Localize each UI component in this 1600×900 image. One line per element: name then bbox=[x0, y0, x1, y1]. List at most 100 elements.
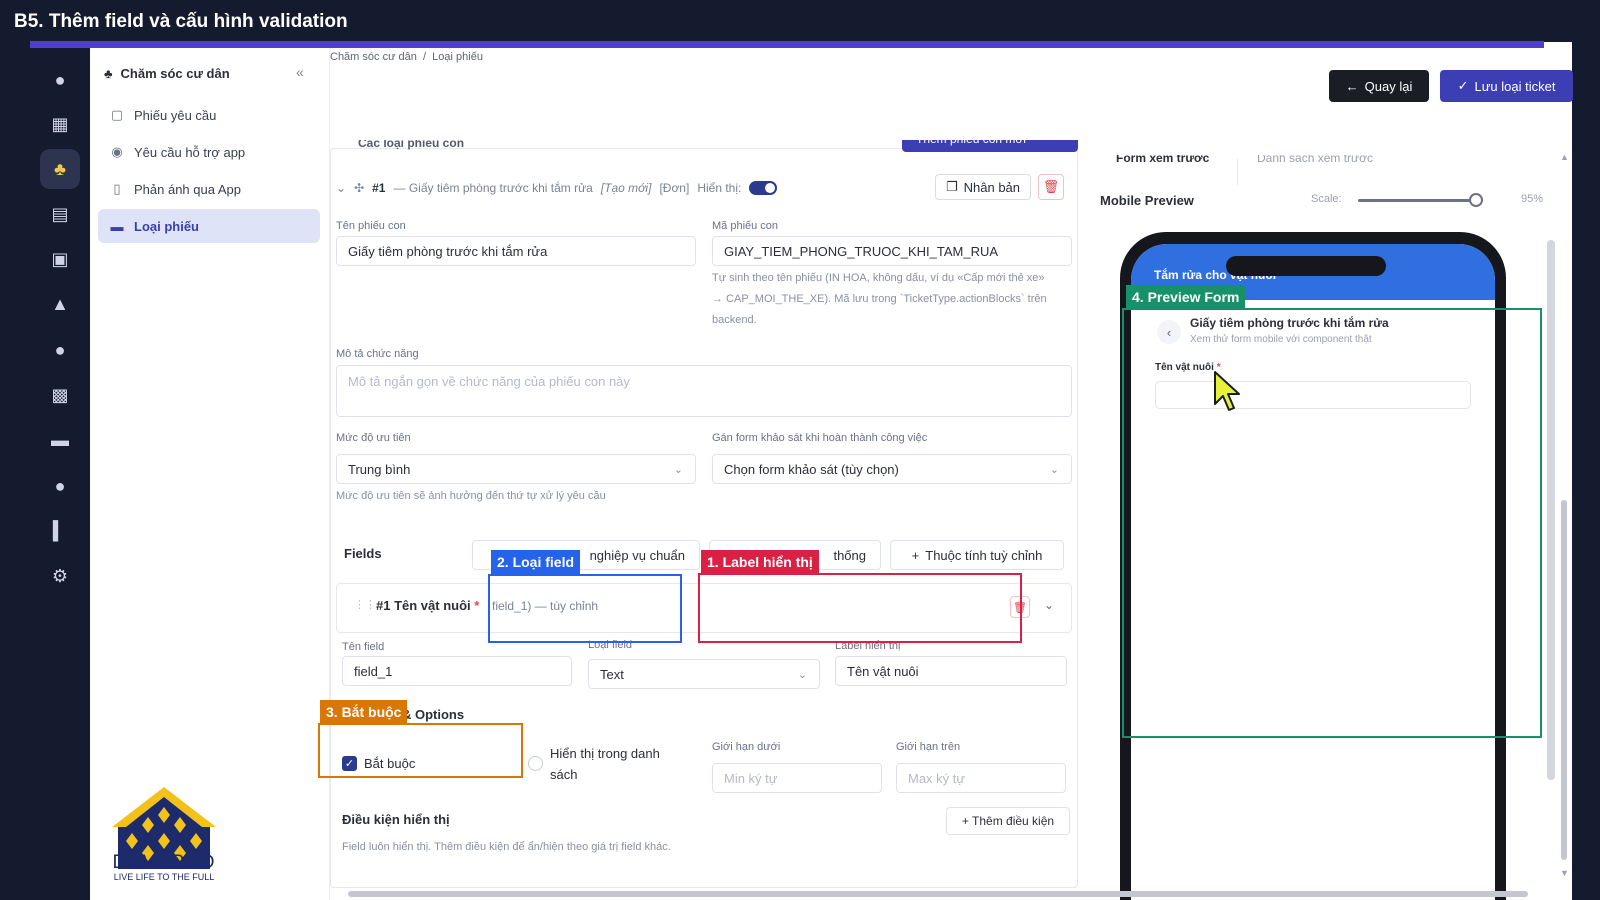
priority-value: Trung bình bbox=[348, 461, 411, 477]
priority-help: Mức độ ưu tiên sẽ ảnh hưởng đến thứ tự x… bbox=[336, 490, 606, 502]
store-icon[interactable]: ▬ bbox=[40, 420, 80, 460]
duplicate-label: Nhân bản bbox=[963, 179, 1021, 195]
breadcrumb-root[interactable]: Chăm sóc cư dân bbox=[330, 51, 417, 63]
visible-toggle[interactable] bbox=[749, 181, 778, 195]
resident-care-icon[interactable]: ♣ bbox=[40, 149, 80, 189]
duplicate-button[interactable]: ❐ Nhân bản bbox=[935, 174, 1031, 200]
resident-care-icon: ♣ bbox=[104, 66, 113, 81]
callout-label-display: 1. Label hiển thị bbox=[701, 550, 819, 574]
horizontal-scrollbar[interactable] bbox=[348, 891, 1528, 897]
min-length-input[interactable]: Min ký tự bbox=[712, 763, 882, 793]
sidebar-item-label: Phản ánh qua App bbox=[134, 181, 241, 197]
sub-ticket-number: #1 bbox=[372, 181, 386, 195]
chevron-down-icon[interactable]: ⌄ bbox=[336, 181, 346, 195]
field-type-select[interactable]: Text ⌄ bbox=[588, 659, 820, 689]
chart-icon[interactable]: ▍ bbox=[40, 511, 80, 551]
user-icon[interactable]: ● bbox=[40, 60, 80, 100]
phone-notch bbox=[1226, 256, 1386, 276]
tab-divider bbox=[1237, 159, 1238, 185]
max-length-input[interactable]: Max ký tự bbox=[896, 763, 1066, 793]
calculator-icon[interactable]: ▤ bbox=[40, 194, 80, 234]
save-ticket-type-button[interactable]: ✓ Lưu loại ticket bbox=[1440, 70, 1573, 102]
chevron-down-icon: ⌄ bbox=[1049, 463, 1059, 476]
callout-preview-form: 4. Preview Form bbox=[1126, 285, 1246, 309]
add-condition-button[interactable]: + Thêm điều kiện bbox=[946, 807, 1070, 835]
custom-attribute-label: Thuộc tính tuỳ chỉnh bbox=[925, 547, 1043, 563]
field-name-input[interactable]: field_1 bbox=[342, 656, 572, 686]
display-label-input[interactable]: Tên vật nuôi bbox=[835, 656, 1067, 686]
breadcrumb: Chăm sóc cư dân / Loại phiếu bbox=[330, 51, 483, 63]
chevron-down-icon[interactable]: ⌄ bbox=[1044, 598, 1054, 612]
users-icon[interactable]: ● bbox=[40, 330, 80, 370]
delete-icon[interactable]: 🗑 bbox=[1038, 174, 1064, 200]
chevron-down-icon: ⌄ bbox=[673, 463, 683, 476]
tab-form-preview[interactable]: Form xem trước bbox=[1116, 155, 1209, 165]
collapse-icon[interactable]: « bbox=[296, 64, 304, 80]
drag-handle-icon[interactable]: ✣ bbox=[354, 181, 364, 195]
sub-ticket-name-input[interactable]: Giấy tiêm phòng trước khi tắm rửa bbox=[336, 236, 696, 266]
code-help-2: → CAP_MOI_THE_XE). Mã lưu trong `TicketT… bbox=[712, 293, 1047, 305]
fields-label: Fields bbox=[344, 546, 382, 561]
arrow-left-icon: ← bbox=[1345, 78, 1359, 94]
sidebar-item-yeu-cau-ho-tro[interactable]: ◉ Yêu cầu hỗ trợ app bbox=[98, 135, 320, 169]
field-name-label: Tên field bbox=[342, 641, 385, 653]
logo-name: DEMEPRO bbox=[112, 852, 216, 873]
description-textarea[interactable]: Mô tả ngắn gọn về chức năng của phiếu co… bbox=[336, 365, 1072, 417]
tutorial-banner-title: B5. Thêm field và cấu hình validation bbox=[0, 0, 1600, 42]
scale-slider-handle[interactable] bbox=[1469, 193, 1483, 207]
survey-label: Gán form khảo sát khi hoàn thành công vi… bbox=[712, 432, 928, 444]
code-help-3: backend. bbox=[712, 314, 757, 326]
scale-slider-track[interactable] bbox=[1358, 199, 1476, 202]
scroll-down-icon[interactable]: ▼ bbox=[1560, 868, 1569, 878]
survey-select[interactable]: Chọn form khảo sát (tùy chọn) ⌄ bbox=[712, 454, 1072, 484]
tab-list-preview[interactable]: Danh sách xem trước bbox=[1257, 155, 1373, 165]
scale-label: Scale: bbox=[1311, 193, 1342, 205]
tag-new: [Tạo mới] bbox=[600, 181, 652, 195]
section-label: Các loại phiếu con bbox=[358, 140, 465, 150]
phone-icon: ▯ bbox=[113, 181, 121, 196]
sidebar-item-phieu-yeu-cau[interactable]: ▢ Phiếu yêu cầu bbox=[98, 98, 320, 132]
display-condition-title: Điều kiện hiển thị bbox=[342, 812, 450, 827]
display-condition-help: Field luôn hiển thị. Thêm điều kiện để ẩ… bbox=[342, 841, 671, 853]
callout-label-display-box bbox=[698, 573, 1022, 643]
sub-ticket-code-input[interactable]: GIAY_TIEM_PHONG_TRUOC_KHI_TAM_RUA bbox=[712, 236, 1072, 266]
sidebar-item-label: Phiếu yêu cầu bbox=[134, 107, 217, 123]
page-scrollbar[interactable] bbox=[1561, 500, 1567, 860]
preview-scrollbar[interactable] bbox=[1547, 240, 1555, 780]
plus-icon: + bbox=[911, 547, 920, 563]
sidebar-header-label: Chăm sóc cư dân bbox=[120, 66, 230, 81]
callout-required: 3. Bắt buộc bbox=[320, 700, 408, 724]
drag-handle-icon[interactable]: ⋮⋮ bbox=[354, 598, 376, 611]
profile-icon[interactable]: ● bbox=[40, 466, 80, 506]
gear-icon[interactable]: ⚙ bbox=[40, 556, 80, 596]
code-label: Mã phiếu con bbox=[712, 220, 779, 232]
options-title: & Options bbox=[402, 707, 465, 722]
building-icon[interactable]: ▦ bbox=[40, 104, 80, 144]
frame-left bbox=[0, 42, 30, 900]
name-label: Tên phiếu con bbox=[336, 220, 406, 232]
briefcase-icon[interactable]: ▣ bbox=[40, 239, 80, 279]
sidebar-item-phan-anh[interactable]: ▯ Phản ánh qua App bbox=[98, 172, 320, 206]
car-icon[interactable]: ▲ bbox=[40, 284, 80, 324]
priority-select[interactable]: Trung bình ⌄ bbox=[336, 454, 696, 484]
sidebar-header: ♣ Chăm sóc cư dân bbox=[104, 66, 230, 81]
sidebar-item-label: Loại phiếu bbox=[134, 218, 199, 234]
system-fields-label: thống bbox=[833, 547, 866, 563]
field-item-title: #1 Tên vật nuôi * bbox=[376, 598, 479, 613]
show-in-list-label-1: Hiển thị trong danh bbox=[550, 746, 660, 761]
apartment-icon[interactable]: ▩ bbox=[40, 375, 80, 415]
back-button[interactable]: ← Quay lại bbox=[1329, 70, 1429, 102]
save-button-label: Lưu loại ticket bbox=[1474, 78, 1556, 94]
callout-preview-form-box bbox=[1122, 308, 1542, 738]
scroll-up-icon[interactable]: ▲ bbox=[1560, 152, 1569, 162]
ticket-icon: ▢ bbox=[110, 107, 124, 122]
sidebar-item-loai-phieu[interactable]: ▬ Loại phiếu bbox=[98, 209, 320, 243]
max-length-label: Giới hạn trên bbox=[896, 741, 961, 753]
custom-attribute-button[interactable]: + Thuộc tính tuỳ chỉnh bbox=[890, 540, 1064, 570]
tag-type: [Đơn] bbox=[659, 181, 690, 195]
description-label: Mô tả chức năng bbox=[336, 348, 419, 360]
show-in-list-checkbox[interactable] bbox=[528, 756, 543, 771]
mobile-preview-title: Mobile Preview bbox=[1100, 193, 1194, 208]
add-sub-ticket-button[interactable]: Thêm phiếu con mới bbox=[902, 140, 1078, 152]
sidebar-item-label: Yêu cầu hỗ trợ app bbox=[134, 144, 246, 160]
